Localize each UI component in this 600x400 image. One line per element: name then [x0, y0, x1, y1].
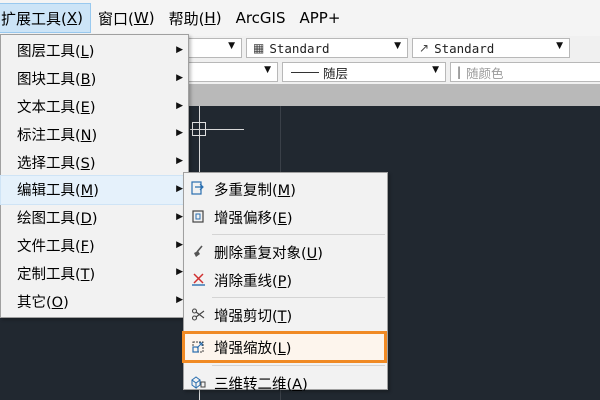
menu-item-text-tools[interactable]: 文本工具(E) ▶ — [1, 93, 188, 121]
submenu-item-label: 三维转二维(A) — [214, 376, 308, 393]
submenu-arrow-icon: ▶ — [176, 211, 183, 222]
broom-icon — [191, 244, 206, 259]
linetype-combo[interactable]: 随层 ▼ — [282, 62, 446, 82]
linetype-preview — [291, 71, 319, 73]
menu-item-label: 编辑工具(M) — [17, 183, 99, 200]
scale-icon — [191, 339, 206, 354]
menu-bar: 扩展工具(X) 窗口(W) 帮助(H) ArcGIS APP+ — [0, 0, 600, 36]
menu-item-label: 定制工具(T) — [17, 266, 96, 283]
submenu-item-delete-duplicates[interactable]: 删除重复对象(U) — [184, 238, 387, 266]
linetype-value: 随层 — [323, 65, 349, 81]
menu-item-label: 文本工具(E) — [17, 99, 96, 116]
multi-copy-icon — [191, 181, 206, 196]
menu-item-draw-tools[interactable]: 绘图工具(D) ▶ — [1, 204, 188, 232]
menu-app-plus[interactable]: APP+ — [292, 3, 347, 33]
menu-item-block-tools[interactable]: 图块工具(B) ▶ — [1, 65, 188, 93]
menu-item-label: 绘图工具(D) — [17, 211, 98, 228]
color-separator-icon: | — [457, 65, 462, 79]
chevron-down-icon: ▼ — [432, 65, 439, 75]
menu-divider — [212, 234, 385, 235]
menu-item-other[interactable]: 其它(O) ▶ — [1, 287, 188, 315]
menu-item-label: 选择工具(S) — [17, 155, 96, 172]
table-style-icon: ▦ — [253, 41, 265, 55]
submenu-item-label: 消除重线(P) — [214, 273, 293, 290]
menu-item-label: 标注工具(N) — [17, 127, 98, 144]
submenu-item-enhanced-trim[interactable]: 增强剪切(T) — [184, 301, 387, 329]
menu-item-label: 其它(O) — [17, 294, 69, 311]
chevron-down-icon: ▼ — [394, 41, 401, 51]
submenu-arrow-icon: ▶ — [176, 156, 183, 167]
submenu-item-enhanced-offset[interactable]: 增强偏移(E) — [184, 203, 387, 231]
3d-to-2d-icon — [191, 375, 206, 390]
edit-tools-submenu: 多重复制(M) 增强偏移(E) 删除重复对象(U) 消除重线(P) 增强剪切(T… — [182, 172, 388, 393]
text-style-combo[interactable]: ▦ Standard ▼ — [246, 38, 408, 58]
chevron-down-icon: ▼ — [556, 41, 563, 51]
x-line-icon — [191, 272, 206, 287]
submenu-arrow-icon: ▶ — [176, 295, 183, 306]
submenu-item-label: 增强缩放(L) — [214, 340, 292, 357]
menu-arcgis[interactable]: ArcGIS — [229, 3, 293, 33]
menu-window[interactable]: 窗口(W) — [91, 3, 162, 33]
text-style-value: Standard — [269, 40, 330, 56]
menu-item-label: 文件工具(F) — [17, 238, 95, 255]
color-combo[interactable]: | 随颜色 — [450, 62, 600, 82]
pickbox-cursor — [192, 122, 206, 136]
submenu-item-remove-overlaps[interactable]: 消除重线(P) — [184, 266, 387, 294]
menu-item-select-tools[interactable]: 选择工具(S) ▶ — [1, 148, 188, 176]
menu-item-custom-tools[interactable]: 定制工具(T) ▶ — [1, 259, 188, 287]
menu-item-layer-tools[interactable]: 图层工具(L) ▶ — [1, 37, 188, 65]
extension-tools-menu: 图层工具(L) ▶ 图块工具(B) ▶ 文本工具(E) ▶ 标注工具(N) ▶ … — [0, 34, 189, 318]
submenu-item-label: 多重复制(M) — [214, 182, 296, 199]
menu-item-file-tools[interactable]: 文件工具(F) ▶ — [1, 232, 188, 260]
chevron-down-icon: ▼ — [228, 41, 235, 51]
submenu-item-label: 增强偏移(E) — [214, 210, 293, 227]
submenu-arrow-icon: ▶ — [176, 267, 183, 278]
menu-item-dimension-tools[interactable]: 标注工具(N) ▶ — [1, 120, 188, 148]
scissors-icon — [191, 307, 206, 322]
submenu-arrow-icon: ▶ — [176, 239, 183, 250]
submenu-arrow-icon: ▶ — [176, 100, 183, 111]
submenu-item-3d-to-2d[interactable]: 三维转二维(A) — [184, 369, 387, 397]
menu-help[interactable]: 帮助(H) — [162, 3, 229, 33]
submenu-arrow-icon: ▶ — [176, 183, 183, 194]
color-value: 随颜色 — [466, 65, 504, 81]
dim-style-value: Standard — [434, 40, 495, 56]
menu-item-label: 图块工具(B) — [17, 72, 97, 89]
submenu-arrow-icon: ▶ — [176, 45, 183, 55]
menu-divider — [212, 297, 385, 298]
chevron-down-icon: ▼ — [264, 65, 271, 75]
menu-divider — [212, 365, 385, 366]
submenu-item-enhanced-scale[interactable]: 增强缩放(L) — [182, 331, 387, 363]
dim-style-combo[interactable]: ↗ Standard ▼ — [412, 38, 570, 58]
submenu-arrow-icon: ▶ — [176, 128, 183, 139]
submenu-item-multi-copy[interactable]: 多重复制(M) — [184, 175, 387, 203]
submenu-item-label: 删除重复对象(U) — [214, 245, 323, 262]
submenu-item-label: 增强剪切(T) — [214, 308, 293, 325]
submenu-arrow-icon: ▶ — [176, 72, 183, 83]
menu-item-label: 图层工具(L) — [17, 44, 95, 61]
menu-item-edit-tools[interactable]: 编辑工具(M) ▶ — [0, 174, 189, 205]
dimension-style-icon: ↗ — [419, 41, 430, 55]
offset-icon — [191, 209, 206, 224]
menu-extension-tools[interactable]: 扩展工具(X) — [0, 3, 91, 33]
